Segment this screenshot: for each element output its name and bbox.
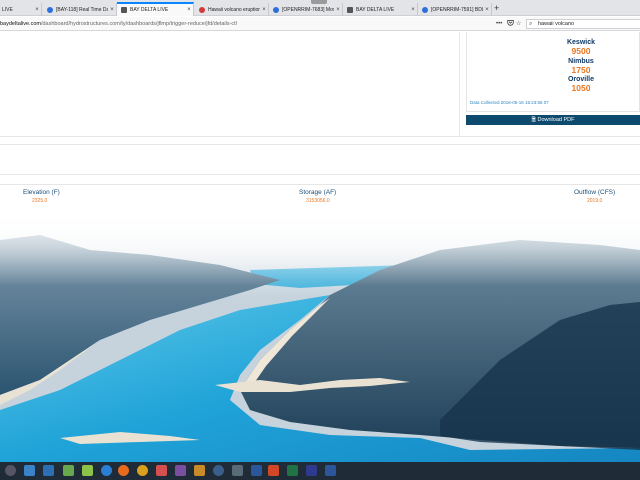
tab-label: Hawaii volcano eruption: Expl... — [208, 6, 260, 13]
reservoir-release-panel: Keswick 9500 Nimbus 1750 Oroville 1050 D… — [466, 32, 640, 112]
search-value: hawaii volcano — [538, 21, 575, 27]
start-menu-icon[interactable] — [5, 465, 16, 476]
reservoir-value: 9500 — [571, 46, 591, 56]
tab-5[interactable]: BAY DELTA LIVE × — [343, 3, 418, 16]
new-tab-button[interactable]: + — [494, 3, 499, 13]
close-icon[interactable]: × — [185, 7, 193, 13]
excel-icon[interactable] — [287, 465, 298, 476]
tab-label: BAY DELTA LIVE — [356, 6, 395, 13]
reservoir-photo — [0, 210, 640, 462]
close-icon[interactable]: × — [483, 7, 491, 13]
news-icon — [199, 6, 205, 13]
bookmark-star-icon[interactable]: ☆ — [516, 19, 521, 29]
search-input[interactable]: ⌕ hawaii volcano — [526, 19, 640, 29]
storage-value: 3153056.0 — [306, 198, 330, 204]
date-collected: Data Collected 2018-05-16 15:23:55 07 — [470, 100, 549, 105]
tab-2[interactable]: BAY DELTA LIVE × — [117, 2, 194, 16]
firefox-icon[interactable] — [118, 465, 129, 476]
download-pdf-label: Download PDF — [537, 117, 575, 123]
outflow-value: 2019.0 — [587, 198, 603, 204]
tab-label: [OPENRRIM-7683] Move from... — [282, 6, 334, 13]
nav-bar: baydeltalive.com/dashboard/hydrostructur… — [0, 17, 640, 31]
app-icon[interactable] — [194, 465, 205, 476]
download-pdf-button[interactable]: 🗎 Download PDF — [466, 115, 640, 125]
divider — [0, 136, 640, 137]
close-icon[interactable]: × — [108, 7, 116, 13]
tab-label: [BAY-118] Real Time Data - G... — [56, 6, 108, 13]
close-icon[interactable]: × — [409, 7, 417, 13]
terminal-icon[interactable] — [63, 465, 74, 476]
files-icon[interactable] — [43, 465, 54, 476]
image-viewer-icon[interactable] — [156, 465, 167, 476]
search-icon: ⌕ — [529, 21, 533, 27]
outflow-label: Outflow (CFS) — [574, 189, 616, 196]
powerpoint-icon[interactable] — [268, 465, 279, 476]
site-icon — [347, 6, 353, 13]
reservoir-value: 1050 — [571, 83, 591, 93]
tab-strip: LIVE× [BAY-118] Real Time Data - G...× B… — [0, 0, 640, 16]
elevation-label: Elevation (F) — [23, 189, 60, 196]
storage-label: Storage (AF) — [299, 189, 337, 196]
tab-label: [OPENRRIM-7591] BDL Open Li... — [431, 6, 483, 13]
app-icon[interactable] — [175, 465, 186, 476]
page-content: Keswick 9500 Nimbus 1750 Oroville 1050 D… — [0, 32, 640, 462]
url-host: baydeltalive.com — [0, 21, 41, 27]
reservoir-value: 1750 — [571, 65, 591, 75]
map-panel — [0, 32, 460, 136]
desktop-icon[interactable] — [24, 465, 35, 476]
url-path: /dashboard/hydrostructures.com/ty/dashbo… — [40, 21, 237, 27]
app-icon[interactable] — [232, 465, 243, 476]
jira-icon — [273, 6, 279, 13]
close-icon[interactable]: × — [33, 7, 41, 13]
taskbar — [0, 462, 640, 480]
word-icon[interactable] — [325, 465, 336, 476]
document-icon: 🗎 — [531, 117, 536, 123]
tab-label: LIVE — [2, 6, 13, 13]
tab-label: BAY DELTA LIVE — [130, 7, 169, 13]
site-icon — [121, 7, 127, 13]
pocket-icon[interactable] — [507, 19, 514, 30]
close-icon[interactable]: × — [260, 7, 268, 13]
tab-0[interactable]: LIVE × — [0, 3, 42, 16]
tab-1[interactable]: [BAY-118] Real Time Data - G...× — [43, 3, 117, 16]
tab-3[interactable]: Hawaii volcano eruption: Expl...× — [195, 3, 269, 16]
chrome-icon[interactable] — [137, 465, 148, 476]
photoshop-icon[interactable] — [306, 465, 317, 476]
divider — [0, 184, 640, 185]
close-icon[interactable]: × — [334, 7, 342, 13]
url-bar[interactable]: baydeltalive.com/dashboard/hydrostructur… — [0, 19, 490, 29]
page-actions-icon[interactable]: ••• — [496, 19, 502, 29]
jira-icon — [47, 6, 53, 13]
app-icon[interactable] — [82, 465, 93, 476]
divider — [0, 174, 640, 175]
app-icon[interactable] — [213, 465, 224, 476]
tab-4[interactable]: [OPENRRIM-7683] Move from...× — [269, 3, 343, 16]
jira-icon — [422, 6, 428, 13]
tab-6[interactable]: [OPENRRIM-7591] BDL Open Li...× — [418, 3, 492, 16]
thunderbird-icon[interactable] — [101, 465, 112, 476]
elevation-value: 2325.0 — [32, 198, 48, 204]
outlook-icon[interactable] — [251, 465, 262, 476]
divider — [0, 144, 640, 145]
